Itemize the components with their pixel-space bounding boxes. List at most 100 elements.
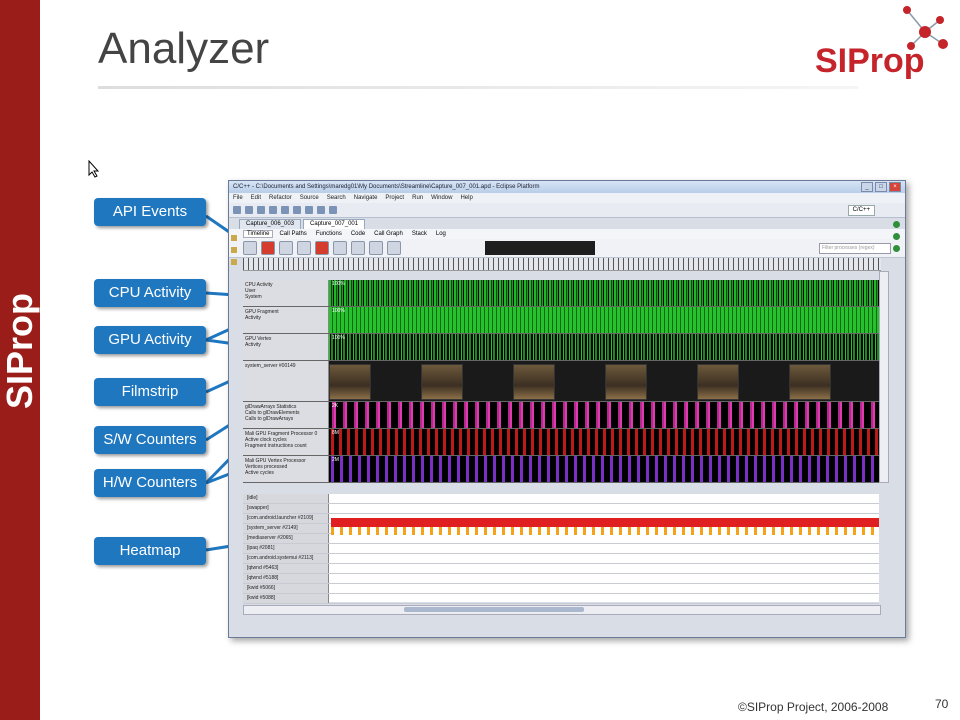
tab-stack[interactable]: Stack: [409, 231, 430, 237]
hw-fragment-track[interactable]: 8M: [329, 429, 879, 455]
heatmap-bar[interactable]: [331, 518, 879, 527]
perspective-switcher[interactable]: C/C++: [847, 204, 875, 216]
menu-project[interactable]: Project: [385, 195, 404, 201]
row-label[interactable]: glDrawArrays Statistics Calls to glDrawE…: [243, 402, 329, 428]
row-label[interactable]: Mali GPU Vertex Processor Vertices proce…: [243, 456, 329, 482]
search-icon[interactable]: [305, 206, 313, 214]
process-row[interactable]: [mediaserver #2065]: [243, 534, 879, 544]
logo-text: SIProp: [815, 42, 925, 80]
timeline-row: glDrawArrays Statistics Calls to glDrawE…: [243, 402, 879, 429]
new-icon[interactable]: [233, 206, 241, 214]
film-frame[interactable]: [329, 364, 371, 400]
callout-gpu-activity: GPU Activity: [94, 326, 206, 354]
row-scale: 2K: [332, 403, 339, 409]
chart-icon[interactable]: [279, 241, 293, 255]
process-row[interactable]: [ipaq #2081]: [243, 544, 879, 554]
film-frame[interactable]: [605, 364, 647, 400]
menu-search[interactable]: Search: [327, 195, 346, 201]
maximize-button[interactable]: □: [875, 182, 887, 192]
tab-capture-006[interactable]: Capture_006_003: [239, 219, 302, 229]
tab-capture-007[interactable]: Capture_007_001: [303, 219, 366, 229]
window-titlebar[interactable]: C/C++ - C:\Documents and Settings\maredg…: [229, 181, 905, 193]
callout-heatmap: Heatmap: [94, 537, 206, 565]
zoom-out-icon[interactable]: [387, 241, 401, 255]
back-icon[interactable]: [317, 206, 325, 214]
gpu-vertex-track[interactable]: 100%: [329, 334, 879, 360]
cpu-activity-track[interactable]: 100%: [329, 280, 879, 306]
row-label[interactable]: CPU Activity User System: [243, 280, 329, 306]
debug-icon[interactable]: [281, 206, 289, 214]
outline-icon[interactable]: [893, 233, 900, 240]
filter-processes-input[interactable]: Filter processes (regex): [819, 242, 891, 254]
time-display: [485, 241, 595, 255]
menu-run[interactable]: Run: [412, 195, 423, 201]
menu-refactor[interactable]: Refactor: [269, 195, 292, 201]
minimize-button[interactable]: _: [861, 182, 873, 192]
row-scale: 100%: [332, 335, 345, 341]
vertical-scrollbar[interactable]: [879, 271, 889, 483]
hw-vertex-track[interactable]: 2M: [329, 456, 879, 482]
tab-timeline[interactable]: Timeline: [243, 230, 274, 238]
horizontal-scrollbar[interactable]: [243, 605, 881, 615]
process-label: [mediaserver #2065]: [243, 534, 329, 543]
folder-icon[interactable]: [231, 235, 237, 241]
tab-log[interactable]: Log: [433, 231, 449, 237]
outline-icon[interactable]: [893, 221, 900, 228]
forward-icon[interactable]: [329, 206, 337, 214]
menu-window[interactable]: Window: [431, 195, 452, 201]
menu-edit[interactable]: Edit: [251, 195, 261, 201]
heatmap-bar[interactable]: [331, 527, 879, 535]
film-frame[interactable]: [789, 364, 831, 400]
help-icon[interactable]: [243, 241, 257, 255]
process-row[interactable]: [com.android.systemui #2113]: [243, 554, 879, 564]
print-icon[interactable]: [257, 206, 265, 214]
outline-icon[interactable]: [893, 245, 900, 252]
film-frame[interactable]: [513, 364, 555, 400]
tab-functions[interactable]: Functions: [313, 231, 345, 237]
record-icon[interactable]: [261, 241, 275, 255]
marker-icon[interactable]: [315, 241, 329, 255]
process-row[interactable]: [qtwnd #5188]: [243, 574, 879, 584]
color-icon[interactable]: [297, 241, 311, 255]
scrollbar-thumb[interactable]: [404, 607, 584, 612]
row-legend-activity: Activity: [245, 342, 261, 348]
process-row[interactable]: [idle]: [243, 494, 879, 504]
filmstrip-track[interactable]: [329, 361, 879, 401]
menu-help[interactable]: Help: [460, 195, 472, 201]
close-button[interactable]: ×: [889, 182, 901, 192]
editor-tabs: Capture_006_003 Capture_007_001: [229, 218, 905, 229]
gpu-fragment-track[interactable]: 100%: [329, 307, 879, 333]
row-label[interactable]: Mali GPU Fragment Processor 0 Active clo…: [243, 429, 329, 455]
menu-file[interactable]: File: [233, 195, 243, 201]
menu-source[interactable]: Source: [300, 195, 319, 201]
tab-code[interactable]: Code: [348, 231, 368, 237]
sw-counters-track[interactable]: 2K: [329, 402, 879, 428]
tab-call-paths[interactable]: Call Paths: [276, 231, 309, 237]
eclipse-window: C/C++ - C:\Documents and Settings\maredg…: [228, 180, 906, 638]
zoom-in-icon[interactable]: [369, 241, 383, 255]
process-row[interactable]: [kwid #5066]: [243, 584, 879, 594]
menu-navigate[interactable]: Navigate: [354, 195, 378, 201]
row-label[interactable]: GPU Vertex Activity: [243, 334, 329, 360]
filter-icon[interactable]: [351, 241, 365, 255]
film-frame[interactable]: [697, 364, 739, 400]
snap-icon[interactable]: [333, 241, 347, 255]
run-icon[interactable]: [293, 206, 301, 214]
brand-sidebar: SIProp: [0, 0, 40, 720]
row-label[interactable]: GPU Fragment Activity: [243, 307, 329, 333]
process-row[interactable]: [kwid #5088]: [243, 594, 879, 604]
tab-call-graph[interactable]: Call Graph: [371, 231, 406, 237]
process-heatmap: [idle] [swapper] [com.android.launcher #…: [243, 494, 879, 604]
save-icon[interactable]: [245, 206, 253, 214]
row-label[interactable]: system_server #00149: [243, 361, 329, 401]
callout-sw-counters: S/W Counters: [94, 426, 206, 454]
process-row[interactable]: [swapper]: [243, 504, 879, 514]
process-row[interactable]: [qtwnd #5463]: [243, 564, 879, 574]
timeline-row: GPU Vertex Activity 100%: [243, 334, 879, 361]
build-icon[interactable]: [269, 206, 277, 214]
folder-icon[interactable]: [231, 259, 237, 265]
api-events-ruler[interactable]: [243, 258, 881, 271]
film-frame[interactable]: [421, 364, 463, 400]
timeline-row: GPU Fragment Activity 100%: [243, 307, 879, 334]
folder-icon[interactable]: [231, 247, 237, 253]
